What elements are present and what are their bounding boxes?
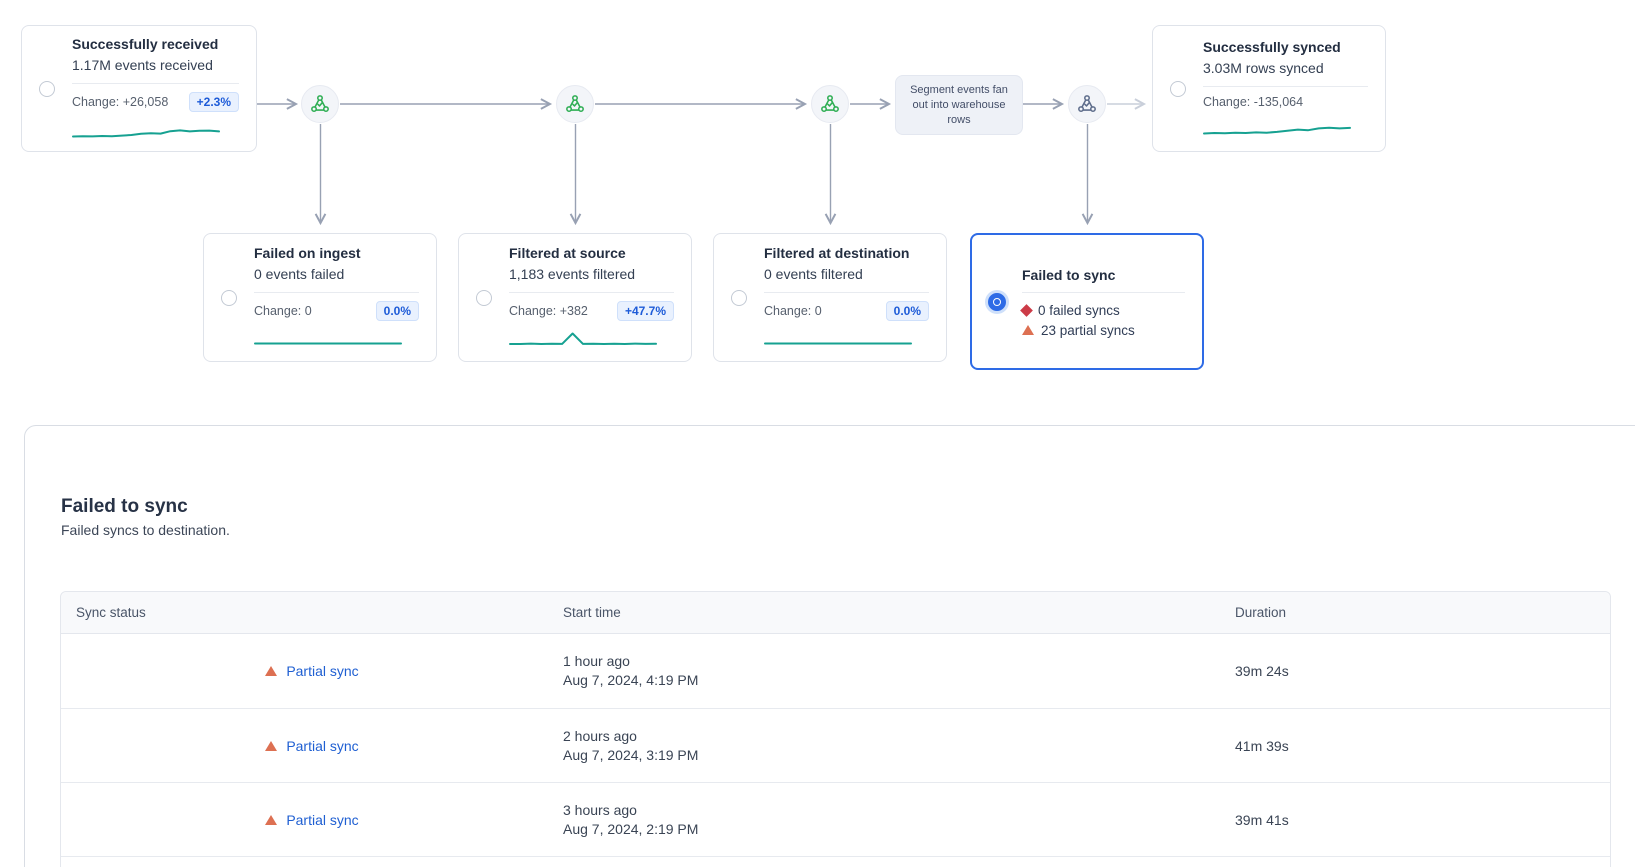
change-label: Change: 0 bbox=[764, 304, 822, 318]
radio-failed-on-ingest[interactable] bbox=[221, 290, 237, 306]
metric-card-successfully-received[interactable]: Successfully received 1.17M events recei… bbox=[21, 25, 257, 152]
start-time-absolute: Aug 7, 2024, 4:19 PM bbox=[563, 671, 1220, 690]
card-subtitle: 1,183 events filtered bbox=[509, 265, 674, 284]
metric-card-filtered-at-destination[interactable]: Filtered at destination 0 events filtere… bbox=[713, 233, 947, 362]
failed-syncs-count: 0 failed syncs bbox=[1038, 303, 1120, 318]
pipeline-flow-diagram: Successfully received 1.17M events recei… bbox=[0, 0, 1635, 410]
card-divider bbox=[509, 292, 674, 293]
event-node-icon bbox=[301, 85, 339, 123]
card-subtitle: 0 events failed bbox=[254, 265, 419, 284]
change-badge: 0.0% bbox=[886, 301, 929, 321]
radio-successfully-synced[interactable] bbox=[1170, 81, 1186, 97]
duration-value: 39m 24s bbox=[1235, 663, 1610, 679]
warehouse-node-icon bbox=[1068, 85, 1106, 123]
change-badge: +2.3% bbox=[189, 92, 239, 112]
panel-subtitle: Failed syncs to destination. bbox=[61, 522, 230, 538]
card-divider bbox=[764, 292, 929, 293]
column-header-start-time: Start time bbox=[548, 592, 1220, 633]
card-title: Filtered at source bbox=[509, 244, 674, 262]
card-title: Successfully synced bbox=[1203, 38, 1368, 56]
sparkline bbox=[254, 330, 402, 352]
card-title: Successfully received bbox=[72, 35, 239, 53]
change-label: Change: 0 bbox=[254, 304, 312, 318]
column-header-duration: Duration bbox=[1220, 592, 1610, 633]
start-time-relative: 3 hours ago bbox=[563, 801, 1220, 820]
partial-sync-link[interactable]: Partial sync bbox=[286, 663, 358, 679]
start-time-absolute: Aug 7, 2024, 2:19 PM bbox=[563, 820, 1220, 839]
radio-failed-to-sync[interactable] bbox=[988, 293, 1006, 311]
card-divider bbox=[1203, 86, 1368, 87]
radio-filtered-at-source[interactable] bbox=[476, 290, 492, 306]
sync-table: Sync status Start time Duration Partial … bbox=[60, 591, 1611, 867]
change-label: Change: +382 bbox=[509, 304, 588, 318]
card-subtitle: 3.03M rows synced bbox=[1203, 59, 1368, 78]
radio-filtered-at-destination[interactable] bbox=[731, 290, 747, 306]
card-divider bbox=[72, 83, 239, 84]
partial-syncs-count: 23 partial syncs bbox=[1041, 323, 1135, 338]
fanout-note: Segment events fan out into warehouse ro… bbox=[895, 75, 1023, 135]
change-badge: +47.7% bbox=[617, 301, 674, 321]
sparkline bbox=[509, 330, 657, 352]
column-header-sync-status: Sync status bbox=[61, 592, 548, 633]
card-subtitle: 0 events filtered bbox=[764, 265, 929, 284]
metric-card-filtered-at-source[interactable]: Filtered at source 1,183 events filtered… bbox=[458, 233, 692, 362]
radio-successfully-received[interactable] bbox=[39, 81, 55, 97]
table-row: Partial sync 1 hour ago Aug 7, 2024, 4:1… bbox=[61, 634, 1610, 708]
warning-triangle-icon bbox=[265, 741, 277, 751]
metric-card-successfully-synced[interactable]: Successfully synced 3.03M rows synced Ch… bbox=[1152, 25, 1386, 152]
table-row: Partial sync 3 hours ago Aug 7, 2024, 2:… bbox=[61, 782, 1610, 856]
delivery-overview-screen: Successfully received 1.17M events recei… bbox=[0, 0, 1635, 867]
card-divider bbox=[1022, 292, 1185, 293]
partial-sync-link[interactable]: Partial sync bbox=[286, 812, 358, 828]
metric-card-failed-to-sync[interactable]: Failed to sync 0 failed syncs 23 partial… bbox=[970, 233, 1204, 370]
start-time-relative: 1 hour ago bbox=[563, 652, 1220, 671]
card-divider bbox=[254, 292, 419, 293]
table-row-partial bbox=[61, 856, 1610, 867]
change-badge: 0.0% bbox=[376, 301, 419, 321]
start-time-absolute: Aug 7, 2024, 3:19 PM bbox=[563, 746, 1220, 765]
panel-title: Failed to sync bbox=[61, 496, 188, 518]
duration-value: 39m 41s bbox=[1235, 812, 1610, 828]
warning-triangle-icon bbox=[265, 666, 277, 676]
change-label: Change: -135,064 bbox=[1203, 95, 1303, 109]
warning-triangle-icon bbox=[1022, 325, 1034, 335]
card-title: Filtered at destination bbox=[764, 244, 929, 262]
table-row: Partial sync 2 hours ago Aug 7, 2024, 3:… bbox=[61, 708, 1610, 782]
table-header: Sync status Start time Duration bbox=[61, 592, 1610, 634]
start-time-relative: 2 hours ago bbox=[563, 727, 1220, 746]
sparkline bbox=[72, 121, 220, 143]
metric-card-failed-on-ingest[interactable]: Failed on ingest 0 events failed Change:… bbox=[203, 233, 437, 362]
warning-triangle-icon bbox=[265, 815, 277, 825]
change-label: Change: +26,058 bbox=[72, 95, 168, 109]
failed-to-sync-panel: Failed to sync Failed syncs to destinati… bbox=[24, 425, 1635, 867]
card-title: Failed on ingest bbox=[254, 244, 419, 262]
sparkline bbox=[764, 330, 912, 352]
sparkline bbox=[1203, 118, 1351, 140]
event-node-icon bbox=[811, 85, 849, 123]
error-diamond-icon bbox=[1020, 304, 1033, 317]
duration-value: 41m 39s bbox=[1235, 738, 1610, 754]
card-subtitle: 1.17M events received bbox=[72, 56, 239, 75]
event-node-icon bbox=[556, 85, 594, 123]
card-title: Failed to sync bbox=[1022, 266, 1185, 284]
partial-sync-link[interactable]: Partial sync bbox=[286, 738, 358, 754]
